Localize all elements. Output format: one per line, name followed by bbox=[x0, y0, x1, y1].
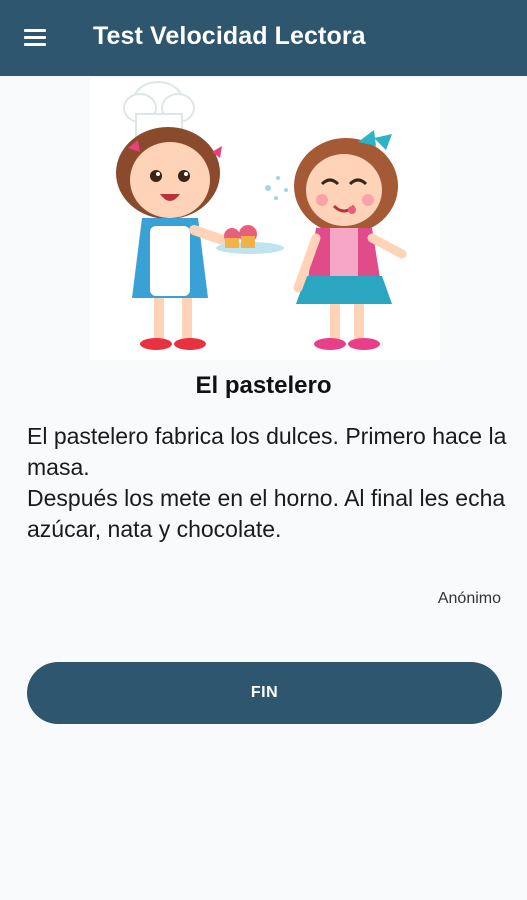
app-title: Test Velocidad Lectora bbox=[93, 22, 366, 50]
story-title: El pastelero bbox=[195, 372, 332, 399]
story-text: El pastelero fabrica los dulces. Primero… bbox=[27, 421, 507, 545]
app-bar: Test Velocidad Lectora bbox=[0, 0, 527, 76]
story-illustration bbox=[90, 78, 440, 360]
sparkles bbox=[265, 176, 288, 200]
story-paragraph: El pastelero fabrica los dulces. Primero… bbox=[27, 423, 507, 480]
hamburger-menu-icon[interactable] bbox=[22, 25, 50, 51]
story-paragraph: Después los mete en el horno. Al final l… bbox=[27, 485, 506, 542]
tasting-girl-image bbox=[293, 130, 407, 350]
chef-girl-image bbox=[116, 81, 284, 350]
fin-button[interactable]: FIN bbox=[27, 662, 502, 724]
story-author: Anónimo bbox=[437, 590, 501, 607]
